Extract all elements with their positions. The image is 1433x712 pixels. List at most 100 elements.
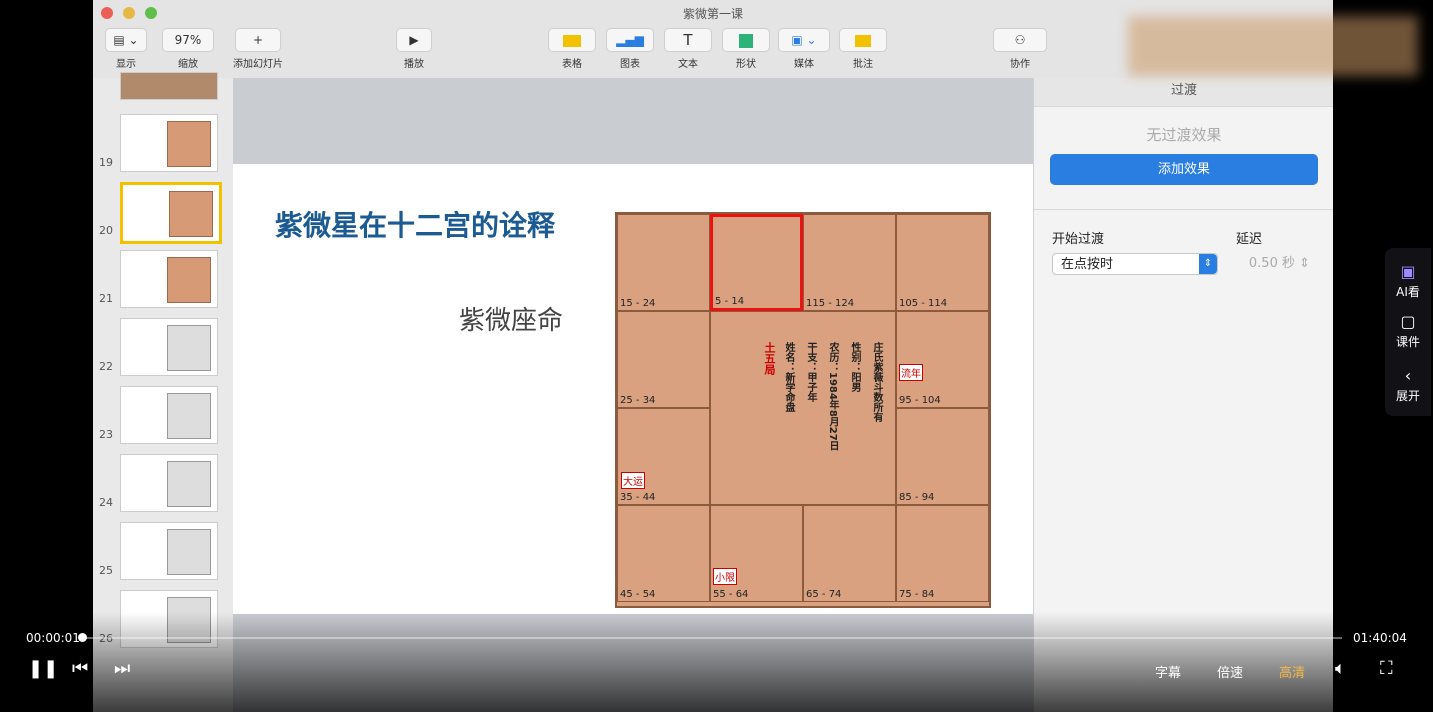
thumbnail-chart (167, 257, 211, 303)
center-info-line: 农历：1984年8月27日 (827, 342, 838, 451)
slide-thumbnail[interactable] (120, 454, 218, 512)
thumbnail-chart (167, 325, 211, 371)
quality-button[interactable]: 高清 (1279, 662, 1305, 681)
chevron-left-icon: ‹ (1404, 366, 1412, 385)
previous-icon[interactable]: ⏮ (72, 658, 88, 679)
center-info-line: 姓名：新学命盘 (783, 342, 794, 412)
sidebar-view-icon: ▤ ⌄ (105, 28, 147, 52)
palace-cell: 5 - 14 (710, 214, 803, 311)
divider (1034, 209, 1333, 210)
add-effect-button[interactable]: 添加效果 (1050, 154, 1318, 185)
courseware-icon: ▢ (1400, 312, 1416, 331)
slide-number: 21 (99, 292, 113, 305)
chart-button[interactable]: ▂▄▆ 图表 (606, 28, 654, 70)
slide-thumbnail[interactable] (120, 522, 218, 580)
ziwei-chart-image[interactable]: 15 - 24 5 - 14 115 - 124 105 - 114 25 - 34 35… (615, 212, 991, 608)
pause-icon[interactable]: ❚❚ (28, 658, 58, 679)
palace-cell: 55 - 64 (710, 505, 803, 602)
slide-number: 19 (99, 156, 113, 169)
chart-marker: 小限 (713, 568, 737, 585)
media-button[interactable]: ▣ ⌄ 媒体 (777, 28, 831, 70)
volume-icon[interactable]: 🔈︎ (1335, 658, 1346, 679)
start-transition-select[interactable]: 在点按时 ⇕ (1052, 253, 1218, 275)
palace-range: 45 - 54 (620, 589, 656, 600)
palace-cell: 85 - 94 (896, 408, 989, 505)
slide[interactable]: 紫微星在十二宫的诠释 紫微座命 15 - 24 5 - 14 115 - 124 10… (233, 164, 1033, 614)
slide-thumbnail[interactable] (120, 318, 218, 376)
shape-button[interactable]: 形状 (722, 28, 770, 70)
play-button[interactable]: ▶ 播放 (389, 28, 439, 70)
palace-range: 55 - 64 (713, 589, 749, 600)
slide-thumbnail[interactable] (120, 182, 222, 244)
palace-cell: 15 - 24 (617, 214, 710, 311)
chart-center: 土五局 庄氏紫薇斗数所有 性别：阳男 农历：1984年8月27日 干支：甲子年 姓名：新学… (710, 311, 896, 505)
subtitle-button[interactable]: 字幕 (1155, 662, 1181, 681)
palace-range: 15 - 24 (620, 298, 656, 309)
comment-button[interactable]: 批注 (839, 28, 887, 70)
speed-button[interactable]: 倍速 (1217, 662, 1243, 681)
bar-chart-icon: ▂▄▆ (606, 28, 654, 52)
slide-thumbnail[interactable] (120, 386, 218, 444)
progress-bar[interactable] (82, 637, 1342, 639)
slide-number: 24 (99, 496, 113, 509)
thumbnail-chart (167, 461, 211, 507)
slide-number: 23 (99, 428, 113, 441)
blurred-watermark (1128, 16, 1418, 76)
media-icon: ▣ ⌄ (778, 28, 830, 52)
plus-icon: + (235, 28, 281, 52)
thumbnail-chart (167, 529, 211, 575)
slide-title[interactable]: 紫微星在十二宫的诠释 (275, 204, 555, 244)
palace-range: 115 - 124 (806, 298, 855, 309)
add-slide-button[interactable]: + 添加幻灯片 (223, 28, 293, 70)
slide-thumbnail[interactable] (120, 250, 218, 308)
slide-thumbnail[interactable] (120, 114, 218, 172)
courseware-button[interactable]: ▢ 课件 (1385, 312, 1431, 350)
chart-marker: 大运 (621, 472, 645, 489)
next-icon[interactable]: ⏭ (114, 658, 130, 679)
palace-range: 35 - 44 (620, 492, 656, 503)
slide-number: 25 (99, 564, 113, 577)
no-transition-text: 无过渡效果 (1146, 126, 1222, 144)
palace-cell: 45 - 54 (617, 505, 710, 602)
palace-cell: 75 - 84 (896, 505, 989, 602)
total-time: 01:40:04 (1353, 631, 1407, 645)
slide-number: 22 (99, 360, 113, 373)
chart-marker: 流年 (899, 364, 923, 381)
delay-label: 延迟 (1236, 232, 1263, 247)
palace-range: 85 - 94 (899, 492, 935, 503)
updown-chevron-icon: ⇕ (1199, 254, 1217, 274)
current-time: 00:00:01 (26, 631, 80, 645)
slide-subtitle[interactable]: 紫微座命 (459, 300, 563, 337)
palace-range: 65 - 74 (806, 589, 842, 600)
table-icon (548, 28, 596, 52)
palace-cell: 95 - 104 (896, 311, 989, 408)
palace-cell: 25 - 34 (617, 311, 710, 408)
thumbnail-chart (167, 121, 211, 167)
collaborate-button[interactable]: ⚇ 协作 (991, 28, 1049, 70)
ai-watch-button[interactable]: ▣ AI看 (1385, 262, 1431, 300)
expand-button[interactable]: ‹ 展开 (1385, 366, 1431, 404)
palace-range: 25 - 34 (620, 395, 656, 406)
zoom-control[interactable]: 97% 缩放 (159, 28, 217, 70)
bureau-text: 土五局 (763, 342, 776, 375)
center-info-line: 干支：甲子年 (805, 342, 816, 402)
keynote-window: 紫微第一课 ▤ ⌄ 显示 97% 缩放 + 添加幻灯片 ▶ 播放 表格 ▂▄▆ … (93, 0, 1333, 712)
view-button[interactable]: ▤ ⌄ 显示 (101, 28, 151, 70)
palace-range: 5 - 14 (715, 296, 745, 307)
fullscreen-icon[interactable]: ⛶ (1380, 658, 1393, 679)
palace-range: 75 - 84 (899, 589, 935, 600)
delay-stepper[interactable]: 0.50 秒 ⇕ (1236, 253, 1310, 275)
comment-icon (839, 28, 887, 52)
thumbnail-chart (169, 191, 213, 237)
slide-thumbnail[interactable] (120, 72, 218, 100)
progress-knob[interactable] (78, 633, 87, 642)
center-info-line: 性别：阳男 (849, 342, 860, 392)
inspector-header: 过渡 (1034, 78, 1333, 107)
ai-icon: ▣ (1400, 262, 1416, 281)
palace-cell: 115 - 124 (803, 214, 896, 311)
table-button[interactable]: 表格 (548, 28, 596, 70)
center-info-line: 庄氏紫薇斗数所有 (871, 342, 882, 422)
start-transition-label: 开始过渡 (1052, 232, 1105, 247)
text-button[interactable]: T 文本 (664, 28, 712, 70)
shape-icon (722, 28, 770, 52)
